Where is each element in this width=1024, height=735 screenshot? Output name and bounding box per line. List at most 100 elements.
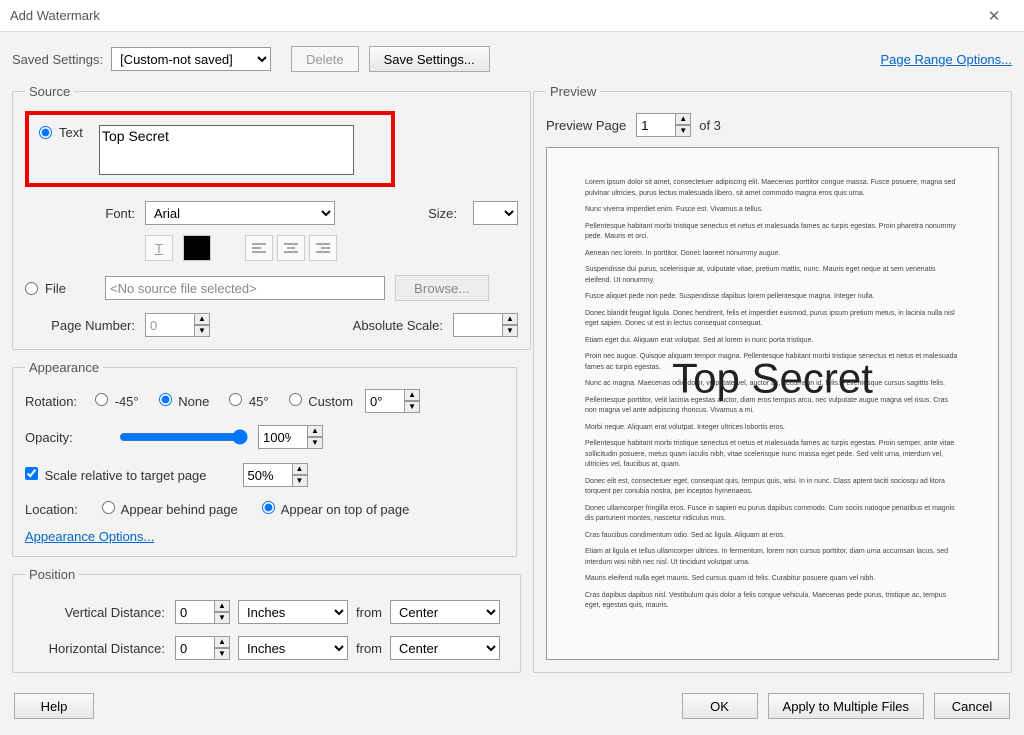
window-title: Add Watermark (10, 8, 974, 23)
absolute-scale-spinner[interactable]: ▲▼ (453, 313, 518, 337)
main-panels: Source Text Top Secret Font: Arial (12, 84, 1012, 683)
hdist-spinner[interactable]: ▲▼ (175, 636, 230, 660)
add-watermark-dialog: Add Watermark ✕ Saved Settings: [Custom-… (0, 0, 1024, 735)
font-label: Font: (25, 206, 145, 221)
vdist-from-select[interactable]: Center (390, 600, 500, 624)
spin-down-icon[interactable]: ▼ (404, 401, 420, 413)
rot-neg45-radio[interactable]: -45° (95, 393, 139, 409)
hdist-input[interactable] (175, 636, 215, 660)
vdist-units-select[interactable]: Inches (238, 600, 348, 624)
opacity-input[interactable] (258, 425, 308, 449)
text-radio-input[interactable] (39, 126, 52, 139)
text-radio[interactable]: Text (39, 125, 99, 140)
location-label: Location: (25, 502, 78, 517)
align-group (245, 235, 337, 261)
right-column: Preview Preview Page ▲▼ of 3 Top Secret … (533, 84, 1012, 683)
preview-paragraph: Aenean nec lorem. In porttitor. Donec la… (585, 249, 960, 260)
appearance-options-link[interactable]: Appearance Options... (25, 529, 154, 544)
hdist-units-select[interactable]: Inches (238, 636, 348, 660)
spin-up-icon[interactable]: ▲ (292, 463, 308, 475)
appearance-fieldset: Appearance Rotation: -45° None 45° Custo… (12, 360, 517, 557)
rotation-label: Rotation: (25, 394, 95, 409)
page-range-options-link[interactable]: Page Range Options... (880, 52, 1012, 67)
opacity-spinner[interactable]: ▲▼ (258, 425, 323, 449)
spin-down-icon[interactable]: ▼ (214, 648, 230, 660)
rot-45-radio[interactable]: 45° (229, 393, 268, 409)
font-select[interactable]: Arial (145, 201, 335, 225)
preview-paragraph: Suspendisse dui purus, scelerisque at, v… (585, 265, 960, 286)
close-icon[interactable]: ✕ (974, 7, 1014, 25)
position-fieldset: Position Vertical Distance: ▲▼ Inches fr… (12, 567, 521, 673)
loc-behind-radio[interactable]: Appear behind page (102, 501, 238, 517)
size-select[interactable] (473, 201, 518, 225)
rot-custom-spinner[interactable]: ▲▼ (365, 389, 420, 413)
preview-page-input[interactable] (636, 113, 676, 137)
scale-spinner[interactable]: ▲▼ (243, 463, 308, 487)
apply-multiple-button[interactable]: Apply to Multiple Files (768, 693, 924, 719)
ok-button[interactable]: OK (682, 693, 758, 719)
source-text-row: Text Top Secret (25, 111, 518, 187)
position-legend: Position (25, 567, 79, 582)
delete-button[interactable]: Delete (291, 46, 359, 72)
preview-paragraph: Lorem ipsum dolor sit amet, consectetuer… (585, 178, 960, 199)
source-legend: Source (25, 84, 74, 99)
save-settings-button[interactable]: Save Settings... (369, 46, 490, 72)
spin-up-icon[interactable]: ▲ (214, 636, 230, 648)
opacity-slider[interactable] (119, 429, 248, 445)
rot-none-radio[interactable]: None (159, 393, 210, 409)
cancel-button[interactable]: Cancel (934, 693, 1010, 719)
loc-ontop-radio[interactable]: Appear on top of page (262, 501, 410, 517)
titlebar: Add Watermark ✕ (0, 0, 1024, 32)
file-radio-input[interactable] (25, 282, 38, 295)
hdist-from-select[interactable]: Center (390, 636, 500, 660)
page-number-spinner[interactable]: ▲▼ (145, 313, 210, 337)
format-toolbar: T (25, 235, 518, 261)
vdist-label: Vertical Distance: (25, 605, 175, 620)
location-row: Location: Appear behind page Appear on t… (25, 501, 504, 517)
preview-fieldset: Preview Preview Page ▲▼ of 3 Top Secret … (533, 84, 1012, 673)
spin-down-icon[interactable]: ▼ (292, 475, 308, 487)
dialog-content: Saved Settings: [Custom-not saved] Delet… (0, 32, 1024, 735)
spin-up-icon[interactable]: ▲ (214, 600, 230, 612)
absolute-scale-input[interactable] (453, 313, 503, 337)
spin-down-icon[interactable]: ▼ (307, 437, 323, 449)
opacity-row: Opacity: ▲▼ (25, 425, 504, 449)
align-right-icon[interactable] (309, 235, 337, 261)
color-swatch[interactable] (183, 235, 211, 261)
preview-paragraph: Pellentesque habitant morbi tristique se… (585, 439, 960, 471)
vdist-input[interactable] (175, 600, 215, 624)
saved-settings-label: Saved Settings: (12, 52, 103, 67)
spin-up-icon[interactable]: ▲ (307, 425, 323, 437)
align-left-icon[interactable] (245, 235, 273, 261)
spin-down-icon[interactable]: ▼ (214, 612, 230, 624)
spin-up-icon[interactable]: ▲ (675, 113, 691, 125)
appearance-legend: Appearance (25, 360, 103, 375)
spin-up-icon[interactable]: ▲ (194, 313, 210, 325)
file-radio[interactable]: File (25, 281, 95, 296)
help-button[interactable]: Help (14, 693, 94, 719)
preview-paragraph: Etiam eget dui. Aliquam erat volutpat. S… (585, 336, 960, 347)
spin-down-icon[interactable]: ▼ (194, 325, 210, 337)
spin-down-icon[interactable]: ▼ (675, 125, 691, 137)
spin-up-icon[interactable]: ▲ (404, 389, 420, 401)
watermark-text-input[interactable]: Top Secret (99, 125, 354, 175)
scale-relative-checkbox[interactable]: Scale relative to target page (25, 467, 207, 483)
page-number-input[interactable] (145, 313, 195, 337)
preview-paragraph: Donec ullamcorper fringilla eros. Fusce … (585, 504, 960, 525)
spin-down-icon[interactable]: ▼ (502, 325, 518, 337)
preview-paragraph: Etiam at ligula et tellus ullamcorper ul… (585, 547, 960, 568)
rot-custom-input[interactable] (365, 389, 405, 413)
browse-button[interactable]: Browse... (395, 275, 489, 301)
preview-page-spinner[interactable]: ▲▼ (636, 113, 691, 137)
align-center-icon[interactable] (277, 235, 305, 261)
underline-icon[interactable]: T (145, 235, 173, 261)
hdist-row: Horizontal Distance: ▲▼ Inches from Cent… (25, 636, 508, 660)
spin-up-icon[interactable]: ▲ (502, 313, 518, 325)
scale-input[interactable] (243, 463, 293, 487)
file-path-input (105, 276, 385, 300)
preview-paragraph: Fusce aliquet pede non pede. Suspendisse… (585, 292, 960, 303)
saved-settings-select[interactable]: [Custom-not saved] (111, 47, 271, 71)
rot-custom-radio[interactable]: Custom (289, 393, 353, 409)
vdist-spinner[interactable]: ▲▼ (175, 600, 230, 624)
document-preview: Top Secret Lorem ipsum dolor sit amet, c… (546, 147, 999, 660)
